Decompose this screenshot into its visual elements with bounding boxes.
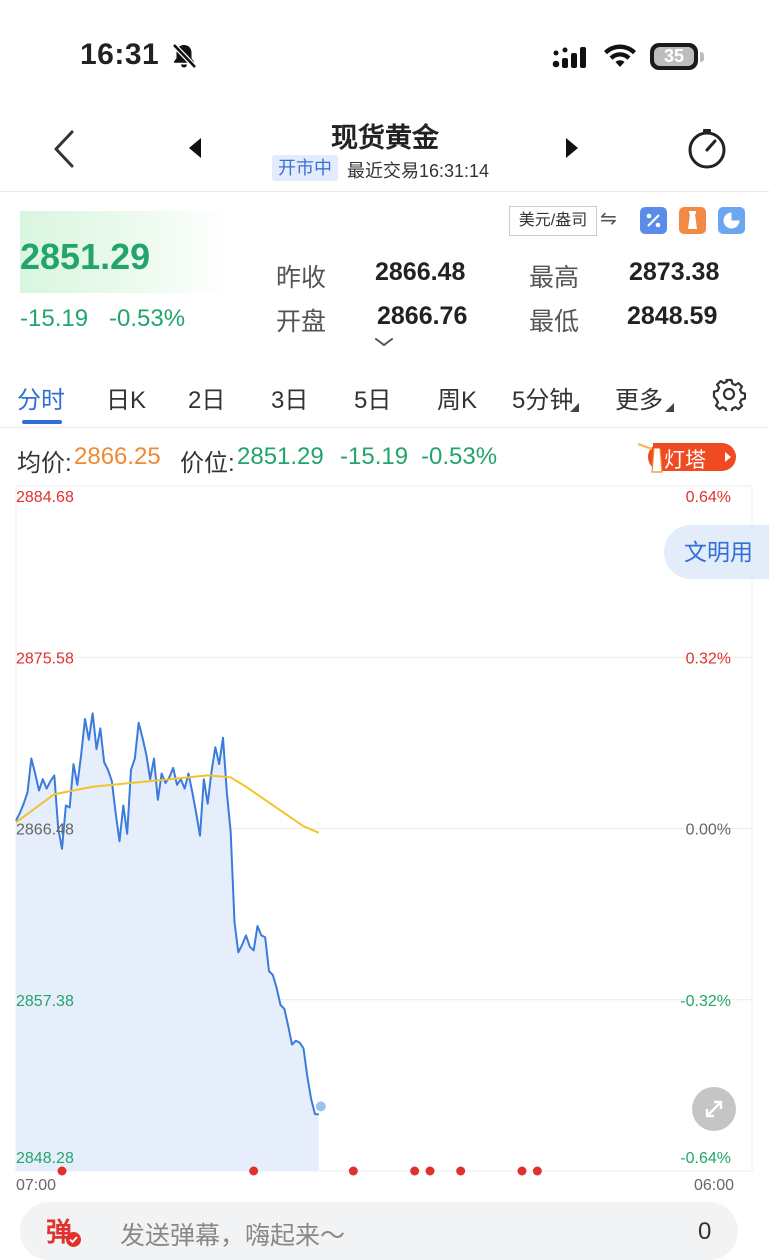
chat-rules-tag[interactable]: 文明用 — [664, 525, 769, 579]
y-tick-left: 2857.38 — [16, 993, 74, 1010]
event-marker — [425, 1166, 435, 1176]
tab-5-day[interactable]: 5日 — [354, 380, 391, 415]
price-change: -15.19 — [20, 305, 89, 332]
price-change-percent: -0.53% — [109, 305, 186, 332]
x-label-end: 06:00 — [694, 1177, 734, 1194]
event-marker — [410, 1166, 420, 1176]
event-marker — [249, 1166, 259, 1176]
current-price: 2851.29 — [20, 236, 151, 277]
y-tick-left: 2875.58 — [16, 650, 74, 667]
status-time: 16:31 — [80, 38, 160, 71]
tab-daily-k[interactable]: 日K — [106, 380, 146, 415]
prev-close-value: 2866.48 — [375, 258, 466, 286]
x-label-start: 07:00 — [16, 1177, 56, 1194]
y-tick-right: -0.32% — [680, 993, 731, 1010]
play-arrow-icon — [725, 452, 731, 462]
y-tick-left: 2848.28 — [16, 1150, 74, 1167]
y-tick-right: 0.32% — [686, 650, 731, 667]
danmu-count: 0 — [698, 1218, 712, 1245]
avg-price-value: 2866.25 — [74, 443, 161, 470]
avg-price-label: 均价: — [17, 450, 72, 477]
low-value: 2848.59 — [627, 302, 718, 330]
expand-icon — [705, 1100, 723, 1118]
page-title: 现货黄金 — [331, 123, 439, 153]
info-change: -15.19 — [340, 443, 409, 470]
next-instrument-icon[interactable] — [563, 135, 581, 161]
chevron-down-icon[interactable] — [374, 336, 394, 348]
y-tick-left: 2884.68 — [16, 489, 74, 506]
prev-close-label: 昨收 — [276, 264, 327, 292]
swap-unit-icon[interactable]: ⇋ — [600, 206, 617, 231]
refresh-timer-icon[interactable] — [686, 128, 728, 170]
wifi-icon — [604, 44, 636, 67]
dengta-label: 灯塔 — [664, 449, 706, 472]
low-label: 最低 — [529, 308, 580, 336]
price-level-value: 2851.29 — [237, 443, 324, 470]
battery-icon: 35 — [650, 43, 704, 71]
percent-tool-icon[interactable] — [640, 207, 667, 234]
dropdown-corner-icon — [570, 403, 579, 412]
last-trade-time: 最近交易16:31:14 — [347, 161, 490, 181]
prev-instrument-icon[interactable] — [186, 135, 204, 161]
tab-2-day[interactable]: 2日 — [188, 380, 225, 415]
y-tick-left: 2866.48 — [16, 822, 74, 839]
y-tick-right: 0.64% — [686, 489, 731, 506]
active-tab-indicator — [22, 420, 62, 424]
event-marker — [348, 1166, 358, 1176]
open-label: 开盘 — [276, 308, 327, 336]
y-tick-right: -0.64% — [680, 1150, 731, 1167]
back-icon[interactable] — [48, 128, 78, 170]
market-status-badge: 开市中 — [272, 155, 338, 181]
high-value: 2873.38 — [629, 258, 720, 286]
unit-toggle[interactable]: 美元/盎司 — [509, 206, 597, 236]
info-change-percent: -0.53% — [421, 443, 498, 470]
open-value: 2866.76 — [377, 302, 468, 330]
expand-chart-button[interactable] — [692, 1087, 736, 1131]
event-marker — [517, 1166, 527, 1176]
tab-more[interactable]: 更多 — [615, 380, 663, 415]
tab-intraday[interactable]: 分时 — [17, 380, 65, 415]
tab-5-minute[interactable]: 5分钟 — [512, 380, 573, 415]
danmu-placeholder[interactable]: 发送弹幕，嗨起来～ — [120, 1216, 345, 1252]
y-tick-right: 0.00% — [686, 822, 731, 839]
high-label: 最高 — [529, 264, 580, 292]
lighthouse-tool-icon[interactable] — [679, 207, 706, 234]
lighthouse-icon — [637, 443, 663, 473]
tab-3-day[interactable]: 3日 — [271, 380, 308, 415]
danmu-check-icon — [66, 1232, 81, 1247]
dengta-button[interactable]: 灯塔 — [634, 440, 738, 474]
event-marker — [57, 1166, 67, 1176]
tab-divider — [0, 427, 769, 428]
battery-level: 35 — [663, 46, 685, 66]
price-area — [16, 713, 319, 1171]
event-marker — [456, 1166, 466, 1176]
intraday-chart[interactable]: 2884.68 0.64% 2875.58 0.32% 2866.48 0.00% 2857… — [0, 485, 769, 1205]
tab-weekly-k[interactable]: 周K — [437, 380, 477, 415]
event-marker — [532, 1166, 542, 1176]
bell-slash-icon — [172, 43, 197, 69]
header-divider — [0, 191, 769, 192]
gear-icon[interactable] — [712, 377, 746, 411]
dropdown-corner-icon — [665, 403, 674, 412]
cellular-signal-icon — [552, 47, 586, 68]
current-price-dot — [315, 1101, 326, 1112]
pie-chart-tool-icon[interactable] — [718, 207, 745, 234]
price-level-label: 价位: — [180, 450, 235, 477]
